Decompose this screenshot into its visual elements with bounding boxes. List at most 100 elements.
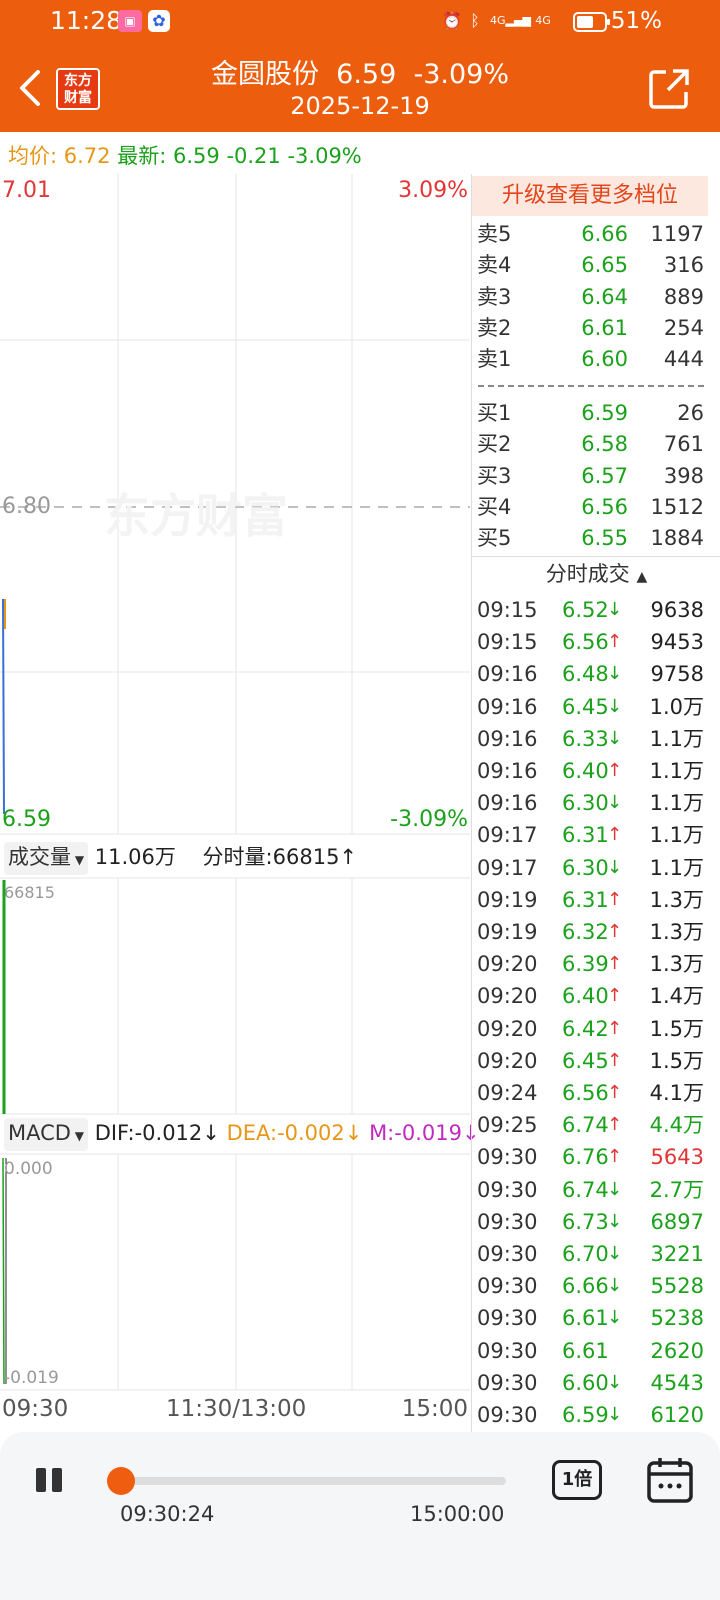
tick-time: 09:30 — [477, 1338, 538, 1363]
macd-top: 0.000 — [4, 1159, 53, 1179]
order-book-sell-row: 卖5 6.66 1197 — [472, 219, 708, 250]
level-price: 6.56 — [581, 494, 628, 519]
tick-row: 09:17 6.30 ↓ 1.1万 — [472, 852, 708, 884]
tick-price: 6.30 — [562, 791, 609, 816]
tick-price: 6.66 — [562, 1274, 609, 1299]
tick-price: 6.39 — [562, 952, 609, 977]
tick-row: 09:30 6.60 ↓ 4543 — [472, 1367, 708, 1399]
order-book-sell-row: 卖4 6.65 316 — [472, 250, 708, 281]
tick-row: 09:20 6.39 ↑ 1.3万 — [472, 948, 708, 980]
tick-volume: 1.1万 — [649, 759, 704, 783]
level-volume: 1512 — [650, 494, 704, 519]
tick-direction-icon: ↑ — [607, 985, 623, 1007]
level-price: 6.66 — [581, 222, 628, 246]
macd-selector[interactable]: MACD ▼ — [4, 1118, 88, 1151]
avg-price: 6.72 — [63, 144, 111, 168]
chart-canvas: 东方财富 — [0, 174, 470, 1391]
pause-button[interactable] — [34, 1466, 66, 1498]
level-price: 6.61 — [581, 315, 628, 340]
baidu-icon: ✿ — [148, 10, 170, 32]
progress-knob[interactable] — [107, 1467, 135, 1495]
macd-header: MACD ▼ DIF:-0.012↓ DEA:-0.002↓ M:-0.019↓ — [4, 1118, 480, 1151]
tick-direction-icon: ↓ — [607, 856, 623, 878]
tick-time: 09:30 — [477, 1274, 538, 1299]
tick-price: 6.52 — [562, 598, 609, 622]
signal-icon-2: 4G — [535, 14, 551, 27]
tick-price: 6.61 — [562, 1338, 609, 1363]
ticks-header[interactable]: 分时成交 ▲ — [472, 556, 720, 592]
tick-direction-icon: ↓ — [607, 1275, 623, 1297]
order-book-buy-row: 买5 6.55 1884 — [472, 523, 708, 554]
level-volume: 26 — [677, 401, 704, 425]
tick-price: 6.56 — [562, 630, 609, 655]
share-icon[interactable] — [648, 68, 690, 110]
dropdown-icon: ▼ — [70, 1129, 84, 1143]
tick-price: 6.45 — [562, 1048, 609, 1073]
tick-volume: 1.5万 — [649, 1016, 704, 1041]
tick-row: 09:15 6.56 ↑ 9453 — [472, 626, 708, 658]
level-label: 卖5 — [477, 222, 512, 246]
level-volume: 254 — [663, 315, 704, 340]
tick-time: 09:17 — [477, 823, 538, 848]
tick-direction-icon: ↑ — [607, 760, 623, 781]
tick-direction-icon: ↓ — [607, 1178, 623, 1200]
tick-direction-icon: ↑ — [607, 631, 623, 653]
bluetooth-icon: ᛒ — [470, 11, 480, 30]
tick-price: 6.42 — [562, 1016, 609, 1041]
price-max: 7.01 — [2, 178, 51, 203]
tick-volume: 9453 — [650, 630, 704, 655]
tick-volume: 6120 — [650, 1403, 704, 1427]
tick-time: 09:16 — [477, 694, 538, 719]
tick-volume: 1.1万 — [649, 726, 704, 751]
tick-row: 09:20 6.42 ↑ 1.5万 — [472, 1013, 708, 1045]
volume-total: 11.06万 — [94, 845, 176, 869]
tick-time: 09:30 — [477, 1370, 538, 1395]
tick-row: 09:30 6.76 ↑ 5643 — [472, 1141, 708, 1173]
speed-button[interactable]: 1倍 — [552, 1460, 602, 1500]
calendar-icon[interactable] — [646, 1456, 694, 1504]
dropdown-icon: ▼ — [71, 853, 85, 867]
time-end: 15:00:00 — [410, 1502, 505, 1526]
tick-time: 09:30 — [477, 1306, 538, 1331]
tick-direction-icon: ↓ — [607, 663, 623, 685]
order-book-sell-row: 卖3 6.64 889 — [472, 282, 708, 313]
level-volume: 398 — [663, 463, 704, 488]
intraday-chart[interactable]: 东方财富 7.01 3.09% 6.80 6.59 -3.09% 成交量 ▼ 1… — [0, 174, 480, 1432]
upgrade-button[interactable]: 升级查看更多档位 — [472, 176, 708, 216]
quote-summary: 均价: 6.72 最新: 6.59 -0.21 -3.09% — [8, 140, 362, 170]
tick-price: 6.31 — [562, 823, 609, 848]
tick-time: 09:19 — [477, 920, 538, 944]
progress-track[interactable] — [120, 1477, 506, 1485]
tick-direction-icon: ↑ — [607, 888, 623, 910]
level-price: 6.57 — [581, 463, 628, 488]
tick-volume: 4.1万 — [649, 1081, 704, 1105]
x-axis-mid: 11:30/13:00 — [166, 1396, 307, 1422]
tick-price: 6.59 — [562, 1403, 609, 1427]
order-book-buy-row: 买3 6.57 398 — [472, 461, 708, 492]
level-price: 6.58 — [581, 432, 628, 457]
watermark: 东方财富 — [104, 489, 288, 543]
tick-volume: 9638 — [650, 598, 704, 622]
tick-price: 6.74 — [562, 1177, 609, 1202]
tick-row: 09:16 6.40 ↑ 1.1万 — [472, 755, 708, 787]
app-header: 东方 财富 金圆股份 6.59 -3.09% 2025-12-19 — [0, 44, 720, 132]
replay-player: 09:30:24 15:00:00 1倍 — [0, 1432, 720, 1600]
level-price: 6.65 — [581, 253, 628, 278]
tick-row: 09:25 6.74 ↑ 4.4万 — [472, 1109, 708, 1141]
tick-direction-icon: ↓ — [607, 1404, 623, 1425]
level-label: 买1 — [477, 401, 512, 425]
volume-selector[interactable]: 成交量 ▼ — [4, 842, 89, 875]
pct-max: 3.09% — [398, 178, 468, 203]
tick-time: 09:30 — [477, 1242, 538, 1266]
tick-row: 09:20 6.40 ↑ 1.4万 — [472, 980, 708, 1012]
tick-row: 09:20 6.45 ↑ 1.5万 — [472, 1045, 708, 1077]
tick-direction-icon: ↑ — [607, 1082, 623, 1103]
level-volume: 1197 — [650, 222, 704, 246]
tick-row: 09:16 6.33 ↓ 1.1万 — [472, 723, 708, 755]
tick-price: 6.56 — [562, 1081, 609, 1105]
tick-volume: 4543 — [650, 1370, 704, 1395]
macd-bottom: -0.019 — [4, 1368, 59, 1388]
tick-direction-icon: ↓ — [607, 1243, 623, 1264]
tick-volume: 1.0万 — [649, 694, 704, 719]
tick-volume: 1.5万 — [649, 1048, 704, 1073]
